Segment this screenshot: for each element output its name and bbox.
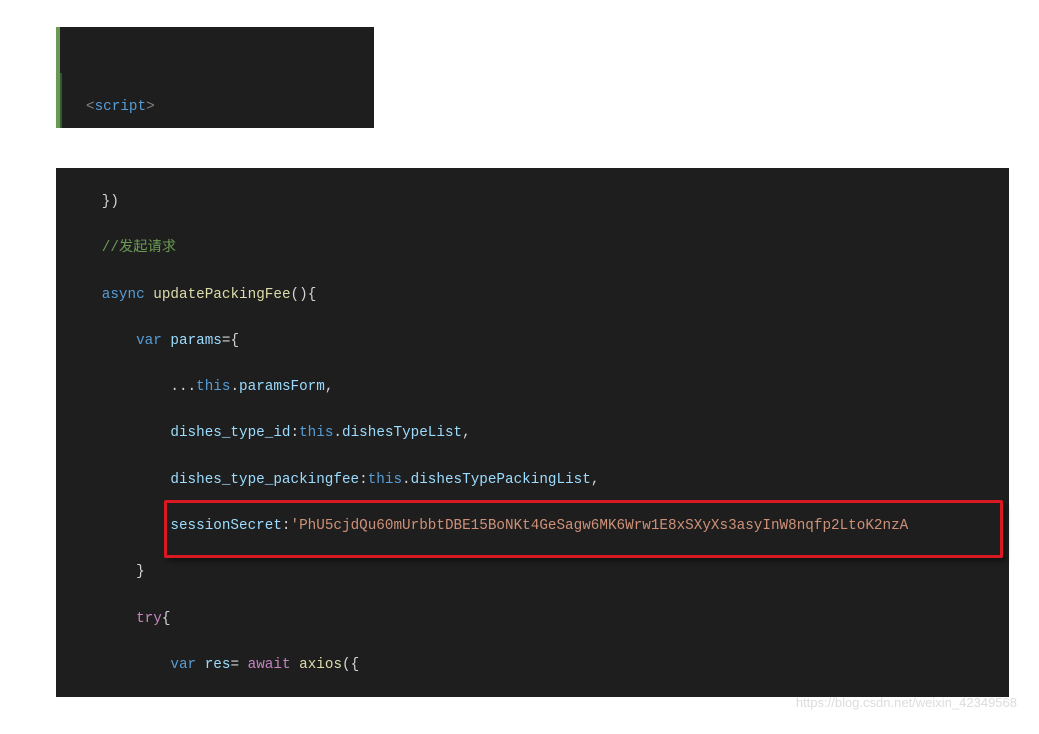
code-line: try{ <box>56 608 1009 631</box>
code-snippet-function: }) //发起请求 async updatePackingFee(){ var … <box>56 168 1009 697</box>
code-line: ...this.paramsForm, <box>56 376 1009 399</box>
code-line: var res= await axios({ <box>56 654 1009 677</box>
code-line: dishes_type_packingfee:this.dishesTypePa… <box>56 469 1009 492</box>
code-line: sessionSecret:'PhU5cjdQu60mUrbbtDBE15BoN… <box>56 515 1009 538</box>
code-line: } <box>56 561 1009 584</box>
code-line: dishes_type_id:this.dishesTypeList, <box>56 422 1009 445</box>
code-line: async updatePackingFee(){ <box>56 284 1009 307</box>
code-line: //发起请求 <box>56 237 1009 260</box>
code-line: <script> <box>86 96 374 119</box>
watermark-text: https://blog.csdn.net/weixin_42349568 <box>796 691 1017 714</box>
code-snippet-imports: <script> import axios from 'axios' impor… <box>56 27 374 128</box>
code-line: }) <box>56 191 1009 214</box>
code-gutter-border: <script> import axios from 'axios' impor… <box>60 73 374 128</box>
code-line: var params={ <box>56 330 1009 353</box>
